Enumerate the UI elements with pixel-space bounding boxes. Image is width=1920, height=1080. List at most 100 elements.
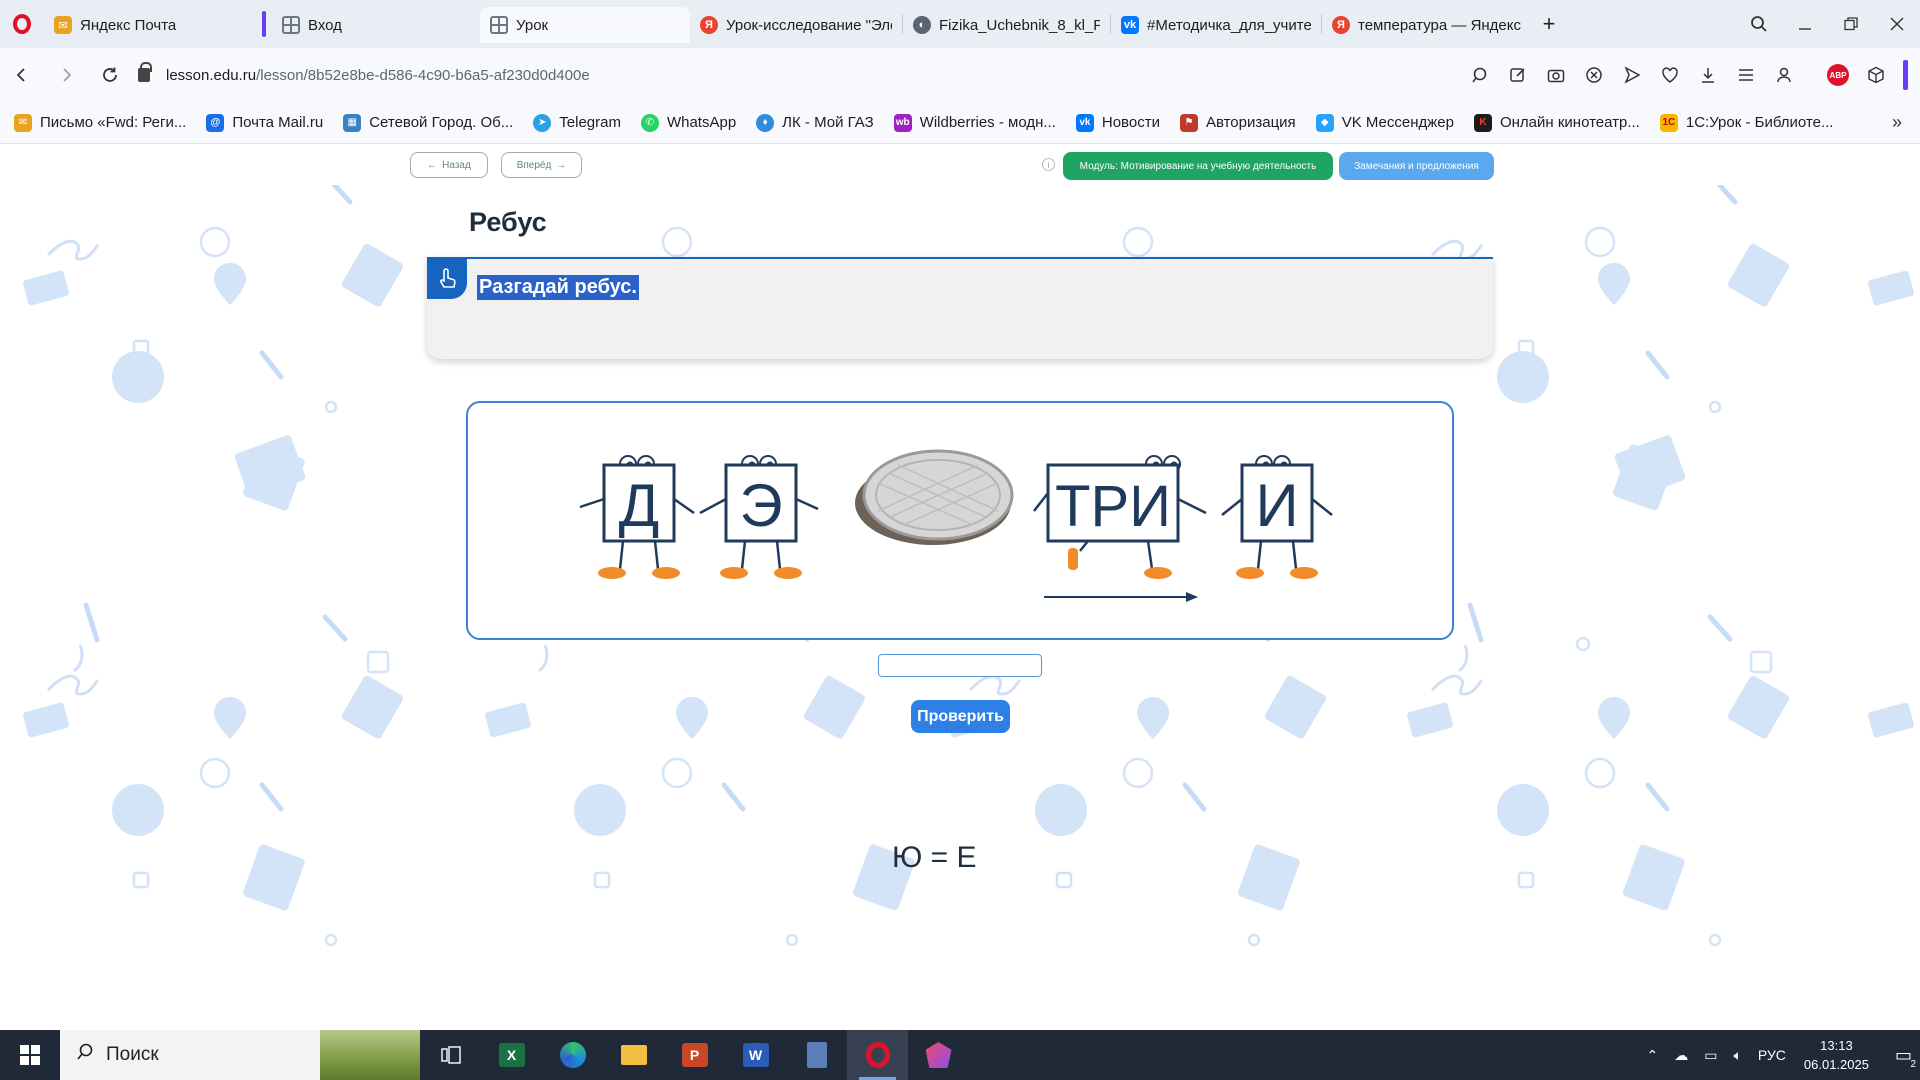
manhole-cover-image [855,449,1014,545]
new-tab-button[interactable]: + [1532,7,1566,41]
reload-icon[interactable] [88,55,132,95]
tab-yandex-mail[interactable]: ✉ Яндекс Почта [44,7,258,43]
feedback-button[interactable]: Замечания и предложения [1339,152,1494,180]
extension-cube-icon[interactable] [1857,56,1895,94]
excel-icon[interactable]: X [481,1030,542,1080]
taskbar-search[interactable]: Поиск [60,1030,420,1080]
volume-icon[interactable]: 🔈︎ [1733,1047,1741,1064]
minimize-icon[interactable] [1782,0,1828,48]
bookmark-mailru[interactable]: @ Почта Mail.ru [206,113,323,132]
bookmark-vk-messenger[interactable]: ◆ VK Мессенджер [1315,113,1454,132]
arrow-right-icon: → [556,159,567,171]
bookmark-city[interactable]: ▦ Сетевой Город. Об... [343,113,513,132]
mailru-icon: @ [206,113,225,132]
grid-icon [490,16,508,34]
search-icon[interactable] [1461,56,1499,94]
word-icon[interactable]: W [725,1030,786,1080]
whatsapp-icon: ✆ [640,113,659,132]
auth-icon: ⚑ [1179,113,1198,132]
yandex-icon: Я [1332,16,1350,34]
tab-physics-textbook[interactable]: ◐ Fizika_Uchebnik_8_kl_Peryi [903,7,1110,43]
bookmark-whatsapp[interactable]: ✆ WhatsApp [640,113,736,132]
lesson-page: ← Назад Вперёд → i Модуль: Мотивирование… [0,145,1920,1030]
lock-icon [138,62,152,82]
adblock-icon[interactable]: ABP [1819,56,1857,94]
tab-methodology[interactable]: vk #Методичка_для_учителя [1111,7,1321,43]
close-icon[interactable] [1874,0,1920,48]
opera-icon[interactable] [847,1030,908,1080]
globe-icon: ◐ [913,16,931,34]
bookmark-news[interactable]: vk Новости [1075,113,1160,132]
tab-temperature[interactable]: Я температура — Яндекс: н [1322,7,1532,43]
1c-icon: 1С [1659,113,1678,132]
notifications-icon[interactable]: ▭ 2 [1895,1045,1916,1070]
task-instruction: Разгадай ребус. [477,275,639,300]
task-card: Разгадай ребус. [427,257,1493,359]
profile-icon[interactable] [1765,56,1803,94]
edit-icon[interactable] [1499,56,1537,94]
mail-icon: ✉ [14,113,32,132]
browser-tab-bar: ✉ Яндекс Почта Вход Урок Я Урок-исследов… [0,0,1920,48]
yandex-icon: Я [700,16,718,34]
rebus-letter-d: Д [619,472,660,539]
camera-icon[interactable] [1537,56,1575,94]
chevron-up-icon[interactable]: ⌃ [1646,1047,1658,1064]
back-icon[interactable] [0,55,44,95]
taskbar-search-label: Поиск [106,1044,159,1065]
task-view-icon[interactable] [420,1030,481,1080]
send-icon[interactable] [1613,56,1651,94]
easy-setup-icon[interactable] [1727,56,1765,94]
forward-button[interactable]: Вперёд → [501,152,582,178]
bookmark-mail[interactable]: ✉ Письмо «Fwd: Реги... [14,113,186,132]
calculator-icon[interactable] [786,1030,847,1080]
bookmark-telegram[interactable]: ➤ Telegram [533,113,621,132]
vk-messenger-icon: ◆ [1315,113,1334,132]
rebus-rule: Ю = Е [892,841,977,874]
arrow-left-icon: ← [427,159,438,171]
bookmark-cinema[interactable]: K Онлайн кинотеатр... [1473,113,1640,132]
tab-lesson-research[interactable]: Я Урок-исследование "Эле [690,7,902,43]
forward-icon[interactable] [44,55,88,95]
network-icon[interactable]: ▭ [1704,1047,1717,1064]
address-bar: lesson.edu.ru/lesson/8b52e8be-d586-4c90-… [0,48,1920,102]
gas-icon: ♦ [756,113,775,132]
app-icon[interactable] [908,1030,969,1080]
telegram-icon: ➤ [533,113,552,132]
explorer-icon[interactable] [603,1030,664,1080]
check-button[interactable]: Проверить [911,700,1010,733]
search-icon [76,1043,94,1067]
tab-login[interactable]: Вход [272,7,480,43]
notification-count: 2 [1910,1058,1916,1070]
windows-start-icon[interactable] [0,1030,60,1080]
tab-search-icon[interactable] [1736,0,1782,48]
bookmark-1c[interactable]: 1С 1С:Урок - Библиоте... [1659,113,1833,132]
bookmark-auth[interactable]: ⚑ Авторизация [1179,113,1296,132]
hand-pointer-icon [427,259,467,299]
back-button[interactable]: ← Назад [410,152,488,178]
answer-input[interactable] [878,654,1042,677]
language-indicator[interactable]: РУС [1758,1047,1786,1063]
lesson-top-nav: ← Назад Вперёд → i Модуль: Мотивирование… [0,145,1920,185]
shield-icon[interactable] [1575,56,1613,94]
edge-icon[interactable] [542,1030,603,1080]
bookmark-gas[interactable]: ♦ ЛК - Мой ГАЗ [756,113,874,132]
rebus-letter-tri: ТРИ [1055,474,1171,539]
restore-icon[interactable] [1828,0,1874,48]
search-highlight-image [320,1030,420,1080]
rebus-letter-i: И [1255,472,1298,539]
opera-menu-icon[interactable] [0,0,44,48]
wildberries-icon: wb [893,113,912,132]
heart-icon[interactable] [1651,56,1689,94]
vk-icon: vk [1075,113,1094,132]
module-button[interactable]: Модуль: Мотивирование на учебную деятель… [1063,152,1333,180]
chevron-double-right-icon[interactable]: » [1892,112,1902,133]
vk-icon: vk [1121,16,1139,34]
url-field[interactable]: lesson.edu.ru/lesson/8b52e8be-d586-4c90-… [138,55,590,95]
info-icon[interactable]: i [1042,158,1055,171]
bookmark-wildberries[interactable]: wb Wildberries - модн... [893,113,1056,132]
tab-lesson[interactable]: Урок [480,7,690,43]
cloud-icon[interactable]: ☁ [1674,1047,1688,1064]
powerpoint-icon[interactable]: P [664,1030,725,1080]
download-icon[interactable] [1689,56,1727,94]
clock[interactable]: 13:13 06.01.2025 [1804,1036,1869,1074]
